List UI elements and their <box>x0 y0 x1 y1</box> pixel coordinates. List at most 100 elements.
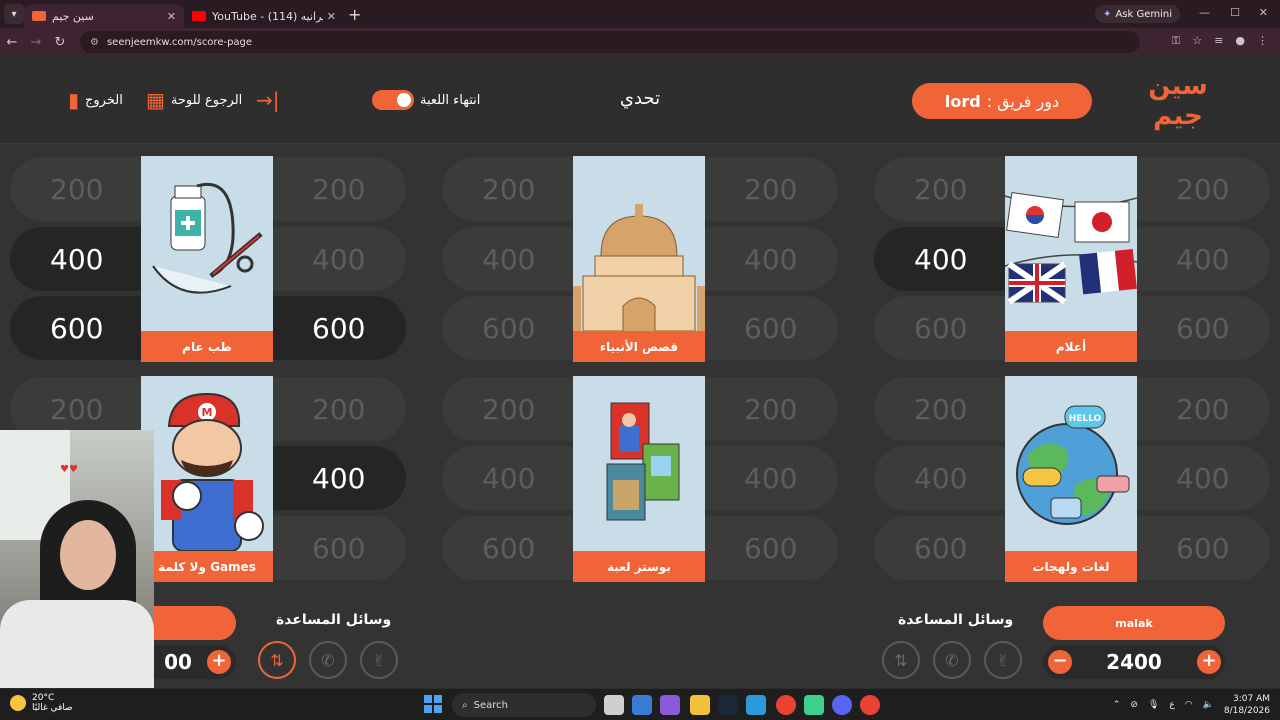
medicine-illustration-icon <box>141 156 273 331</box>
turn-indicator: دور فريق : lord <box>912 83 1092 119</box>
peace-hand-icon[interactable]: ✌ <box>360 641 398 679</box>
point-value: 200 <box>50 392 104 426</box>
phone-icon[interactable]: ✆ <box>933 641 971 679</box>
steam-icon[interactable] <box>718 695 738 715</box>
point-value: 200 <box>482 392 536 426</box>
volume-icon[interactable]: 🔈 <box>1203 700 1214 710</box>
maximize-icon[interactable]: ☐ <box>1230 6 1240 19</box>
point-value: 600 <box>312 531 366 565</box>
time: 3:07 AM <box>1233 694 1270 704</box>
seenjeem-logo: سين جيم <box>1144 68 1212 132</box>
profile-avatar[interactable]: ● <box>1235 34 1245 48</box>
turn-team-name: lord <box>944 91 981 111</box>
bookmark-star-icon[interactable]: ☆ <box>1192 34 1202 48</box>
more-menu-icon[interactable]: ⋮ <box>1257 34 1268 48</box>
microphone-icon[interactable]: 🎙 <box>1148 700 1159 710</box>
two-answers-icon[interactable]: ⇅ <box>258 641 296 679</box>
point-value: 600 <box>1176 311 1230 345</box>
wifi-icon[interactable]: ◠ <box>1185 700 1193 710</box>
point-value: 200 <box>312 172 366 206</box>
youtube-favicon-icon <box>192 11 206 21</box>
category-label: بوستر لعبة <box>573 551 705 582</box>
exit-button[interactable]: ▮ الخروج <box>68 90 123 110</box>
category-label: أعلام <box>1005 331 1137 362</box>
arrow-right-bar-icon: →| <box>256 88 280 112</box>
media-icon[interactable] <box>746 695 766 715</box>
close-window-icon[interactable]: ✕ <box>1259 6 1268 19</box>
end-game-toggle[interactable] <box>372 90 414 110</box>
clock[interactable]: 3:07 AM 8/18/2026 <box>1224 693 1270 717</box>
point-value: 200 <box>1176 392 1230 426</box>
close-icon[interactable]: ✕ <box>167 10 176 23</box>
reading-list-icon[interactable]: ≡ <box>1214 34 1223 48</box>
windows-taskbar: 20°C صافي غالبًا ⌕ Search ⌃ ⊘ 🎙 ع ◠ 🔈 3:… <box>0 688 1280 720</box>
ask-gemini-button[interactable]: ✦ Ask Gemini <box>1095 5 1180 23</box>
site-info-icon[interactable]: ⚙ <box>90 37 99 48</box>
plus-button[interactable]: + <box>207 650 231 674</box>
help-tools-label: وسائل المساعدة <box>276 612 392 628</box>
svg-text:HELLO: HELLO <box>1069 414 1102 424</box>
file-explorer-icon[interactable] <box>690 695 710 715</box>
point-value: 600 <box>482 531 536 565</box>
door-exit-icon: ▮ <box>68 88 80 112</box>
two-answers-icon[interactable]: ⇅ <box>882 641 920 679</box>
category-label: قصص الأنبياء <box>573 331 705 362</box>
close-icon[interactable]: ✕ <box>327 10 336 23</box>
turn-label: دور فريق : <box>986 91 1060 111</box>
phone-icon[interactable]: ✆ <box>309 641 347 679</box>
peace-hand-icon[interactable]: ✌ <box>984 641 1022 679</box>
svg-text:M: M <box>202 406 213 419</box>
url-input[interactable]: ⚙ seenjeemkw.com/score-page <box>80 31 1140 53</box>
tab-youtube[interactable]: YouTube - (114) لعه ايرانيه ✕ <box>184 4 344 28</box>
weather-widget[interactable]: 20°C صافي غالبًا <box>10 693 73 713</box>
point-value: 400 <box>482 461 536 495</box>
person-face <box>60 520 116 590</box>
minimize-icon[interactable]: — <box>1199 6 1210 19</box>
category-card-medicine: طب عام <box>141 156 273 362</box>
reload-icon[interactable]: ↻ <box>48 35 72 50</box>
back-to-board-button[interactable]: →| <box>256 90 280 110</box>
search-label: Search <box>473 699 508 711</box>
key-icon[interactable]: ⚿ <box>1172 34 1180 48</box>
svg-text:سين: سين <box>1148 71 1208 101</box>
question-board: 200 400 600 200 400 600 أعلام 200 400 60… <box>0 144 1280 600</box>
temperature: 20°C <box>32 693 55 703</box>
forward-icon[interactable]: → <box>24 35 48 50</box>
chrome-canary-icon[interactable] <box>860 695 880 715</box>
store-icon[interactable] <box>632 695 652 715</box>
tab-seenjeem[interactable]: سين جيم ✕ <box>24 4 184 28</box>
language-indicator[interactable]: ع <box>1169 700 1174 710</box>
weather-sun-icon <box>10 695 26 711</box>
point-value: 200 <box>914 172 968 206</box>
game-posters-illustration-icon <box>573 376 705 551</box>
ask-gemini-label: Ask Gemini <box>1115 8 1172 20</box>
back-to-board-label: الرجوع للوحة <box>170 92 243 108</box>
network-off-icon[interactable]: ⊘ <box>1130 700 1138 710</box>
copilot-icon[interactable] <box>660 695 680 715</box>
plus-button[interactable]: + <box>1197 650 1221 674</box>
chrome-icon[interactable] <box>776 695 796 715</box>
point-value: 600 <box>914 531 968 565</box>
back-to-board-link[interactable]: ▦ الرجوع للوحة <box>146 90 242 110</box>
minus-button[interactable]: − <box>1048 650 1072 674</box>
category-label: طب عام <box>141 331 273 362</box>
logo-mark-icon: سين جيم <box>1148 71 1208 131</box>
back-icon[interactable]: ← <box>0 35 24 50</box>
gemini-icon: ✦ <box>1103 8 1112 20</box>
grid-icon: ▦ <box>146 88 165 112</box>
discord-icon[interactable] <box>832 695 852 715</box>
plus-icon[interactable]: + <box>348 5 361 24</box>
windows-start-icon[interactable] <box>424 695 442 713</box>
globe-speech-illustration-icon: HELLO <box>1005 376 1137 551</box>
end-game-control[interactable]: انتهاء اللعبة <box>372 90 480 110</box>
search-icon: ⌕ <box>462 699 468 711</box>
point-value: 400 <box>914 242 968 276</box>
game-app-icon[interactable] <box>804 695 824 715</box>
tab-search-button[interactable]: ▾ <box>4 4 24 24</box>
point-value: 600 <box>744 531 798 565</box>
taskbar-search[interactable]: ⌕ Search <box>452 693 596 717</box>
mario-illustration-icon: M <box>141 376 273 551</box>
task-view-icon[interactable] <box>604 695 624 715</box>
end-game-label: انتهاء اللعبة <box>420 92 481 108</box>
chevron-up-icon[interactable]: ⌃ <box>1113 700 1121 710</box>
